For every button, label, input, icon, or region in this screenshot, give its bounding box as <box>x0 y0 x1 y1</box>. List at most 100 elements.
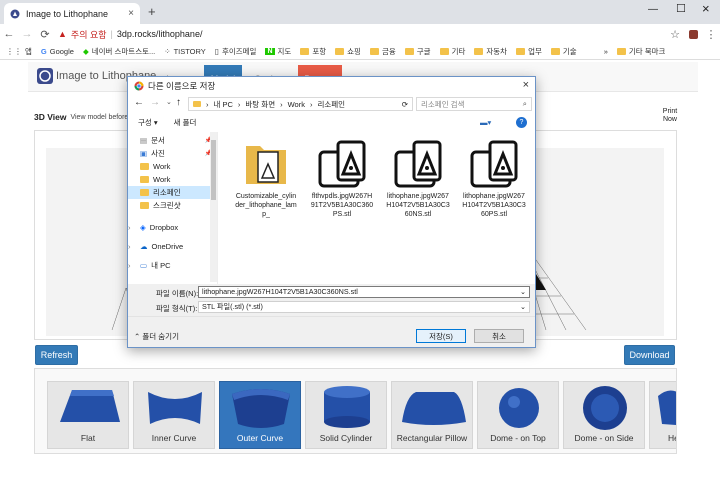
other-bookmarks[interactable]: 기타 북마크 <box>616 46 665 57</box>
dialog-titlebar: 다른 이름으로 저장 × <box>128 77 535 95</box>
nav-pane-scrollbar[interactable] <box>210 132 217 282</box>
path-segment[interactable]: 바탕 화면 <box>245 99 275 110</box>
nav-item-work-2[interactable]: Work <box>128 173 212 186</box>
nav-item-lithophane[interactable]: 리소페인 <box>128 186 212 199</box>
expand-chevron-icon[interactable]: › <box>128 223 136 232</box>
organize-button[interactable]: 구성 ▾ <box>138 117 158 128</box>
view-options-icon[interactable]: ▬▾ <box>480 118 491 127</box>
pc-icon: ▭ <box>140 261 148 270</box>
print-now-link[interactable]: Print Now <box>656 108 684 124</box>
dropdown-arrow-icon[interactable]: ⌄ <box>520 287 526 297</box>
close-tab-icon[interactable]: × <box>128 8 134 19</box>
bookmark-google-folder[interactable]: 구글 <box>404 46 431 57</box>
path-refresh-icon[interactable]: ⟳ <box>402 100 408 109</box>
download-button[interactable]: Download <box>624 345 675 365</box>
bookmark-work[interactable]: 업무 <box>516 46 542 57</box>
bookmark-naver-store[interactable]: ◆ 네이버 스마트스토... <box>83 46 155 57</box>
save-button[interactable]: 저장(S) <box>416 329 466 343</box>
omnibox[interactable]: ▲ 주의 요함 | 3dp.rocks/lithophane/ <box>58 26 662 42</box>
folder-icon <box>369 48 379 55</box>
favicon-icon <box>10 9 20 19</box>
star-icon[interactable]: ☆ <box>666 24 684 44</box>
file-name: flthvpdls.jpgW267H91T2V5B1A30C360PS.stl <box>310 193 374 218</box>
bookmark-finance[interactable]: 금융 <box>369 46 396 57</box>
shape-label: Inner Curve <box>151 433 197 443</box>
shape-heart[interactable]: Hea <box>649 381 676 449</box>
dialog-recent-icon[interactable]: ⌄ <box>166 98 172 106</box>
filetype-select[interactable]: STL 파일(.stl) (*.stl) ⌄ <box>198 301 530 313</box>
hide-folders-toggle[interactable]: ⌃ 폴더 숨기기 <box>134 331 179 342</box>
expand-chevron-icon[interactable]: › <box>128 242 136 251</box>
browser-tab[interactable]: Image to Lithophane × <box>4 3 140 24</box>
dialog-path-box[interactable]: › 내 PC › 바탕 화면 › Work › 리소페인 ⟳ <box>188 97 413 111</box>
nav-item-documents[interactable]: ▤ 문서 📌 <box>128 134 212 147</box>
shape-dome-on-side[interactable]: Dome - on Side <box>563 381 645 449</box>
new-tab-button[interactable]: + <box>148 4 156 19</box>
shape-dome-on-top[interactable]: Dome - on Top <box>477 381 559 449</box>
rectangular-pillow-shape-icon <box>402 392 466 425</box>
bookmark-car[interactable]: 자동차 <box>474 46 507 57</box>
path-segment[interactable]: 내 PC <box>214 99 233 110</box>
folder-icon <box>300 48 310 55</box>
minimize-icon[interactable]: — <box>648 4 658 15</box>
folder-icon <box>140 189 149 196</box>
file-item-folder[interactable]: Customizable_cylinder_lithophane_lamp_ <box>230 140 302 240</box>
dialog-close-icon[interactable]: × <box>523 79 529 91</box>
bookmark-tistory[interactable]: ⁘ TISTORY <box>164 47 206 56</box>
path-segment[interactable]: 리소페인 <box>317 99 345 110</box>
nav-item-pictures[interactable]: ▣ 사진 📌 <box>128 147 212 160</box>
reload-icon[interactable]: ⟳ <box>36 24 54 44</box>
scroll-thumb[interactable] <box>211 140 216 200</box>
nav-item-dropbox[interactable]: › ◈ Dropbox <box>128 221 212 234</box>
address-toolbar: ← → ⟳ ▲ 주의 요함 | 3dp.rocks/lithophane/ ☆ … <box>0 24 720 44</box>
file-name: lithophane.jpgW267H104T2V5B1A30C360PS.st… <box>462 193 526 218</box>
folder-icon <box>246 146 286 184</box>
dialog-toolbar: 구성 ▾ 새 폴더 ▬▾ ? <box>128 114 535 130</box>
nav-item-work[interactable]: Work <box>128 160 212 173</box>
expand-chevron-icon[interactable]: › <box>128 261 136 270</box>
shape-flat[interactable]: Flat <box>47 381 129 449</box>
bookmark-etc[interactable]: 기타 <box>439 46 465 57</box>
shape-solid-cylinder[interactable]: Solid Cylinder <box>305 381 387 449</box>
bookmark-whois-mail[interactable]: ▯ 후이즈메일 <box>215 46 257 57</box>
forward-icon[interactable]: → <box>18 24 36 44</box>
cancel-button[interactable]: 취소 <box>474 329 524 343</box>
new-folder-button[interactable]: 새 폴더 <box>174 117 197 128</box>
bookmark-apps[interactable]: ⋮⋮ 앱 <box>6 46 32 57</box>
shape-outer-curve[interactable]: Outer Curve <box>219 381 301 449</box>
bookmark-pohang[interactable]: 포항 <box>300 46 326 57</box>
path-segment[interactable]: Work <box>288 100 305 109</box>
chrome-icon <box>134 81 144 91</box>
nav-item-screenshots[interactable]: 스크린샷 <box>128 199 212 212</box>
dialog-back-icon[interactable]: ← <box>134 97 144 108</box>
refresh-button[interactable]: Refresh <box>35 345 78 365</box>
extension-icon[interactable] <box>684 24 702 44</box>
dialog-footer: ⌃ 폴더 숨기기 저장(S) 취소 <box>128 316 535 347</box>
bookmark-shopping[interactable]: 쇼핑 <box>335 46 361 57</box>
folder-icon <box>140 163 149 170</box>
nav-item-this-pc[interactable]: › ▭ 내 PC <box>128 259 212 272</box>
dialog-forward-icon[interactable]: → <box>150 97 160 108</box>
more-bookmarks-icon[interactable]: » <box>604 47 608 56</box>
shape-inner-curve[interactable]: Inner Curve <box>133 381 215 449</box>
maximize-icon[interactable]: ☐ <box>676 2 686 15</box>
help-icon[interactable]: ? <box>516 116 527 128</box>
window-close-icon[interactable]: × <box>702 1 710 16</box>
bookmark-tech[interactable]: 기술 <box>550 46 577 57</box>
bookmark-google[interactable]: G Google <box>41 47 74 56</box>
nav-item-onedrive[interactable]: › ☁ OneDrive <box>128 240 212 253</box>
dialog-up-icon[interactable]: ↑ <box>176 97 181 108</box>
file-item-stl[interactable]: lithophane.jpgW267H104T2V5B1A30C360NS.st… <box>382 140 454 240</box>
back-icon[interactable]: ← <box>0 24 18 44</box>
folder-icon <box>616 48 626 55</box>
bookmark-map[interactable]: N 지도 <box>265 46 291 57</box>
dropdown-arrow-icon[interactable]: ⌄ <box>520 302 526 312</box>
shape-rectangular-pillow[interactable]: Rectangular Pillow <box>391 381 473 449</box>
save-as-dialog: 다른 이름으로 저장 × ← → ⌄ ↑ › 내 PC › 바탕 화면 › Wo… <box>127 76 536 348</box>
file-item-stl[interactable]: flthvpdls.jpgW267H91T2V5B1A30C360PS.stl <box>306 140 378 240</box>
filename-input[interactable]: lithophane.jpgW267H104T2V5B1A30C360NS.st… <box>198 286 530 298</box>
dialog-search-input[interactable]: 리소페인 검색 ⌕ <box>416 97 532 111</box>
menu-icon[interactable]: ⋮ <box>702 24 720 44</box>
file-item-stl[interactable]: lithophane.jpgW267H104T2V5B1A30C360PS.st… <box>458 140 530 240</box>
shape-label: Rectangular Pillow <box>396 433 468 443</box>
